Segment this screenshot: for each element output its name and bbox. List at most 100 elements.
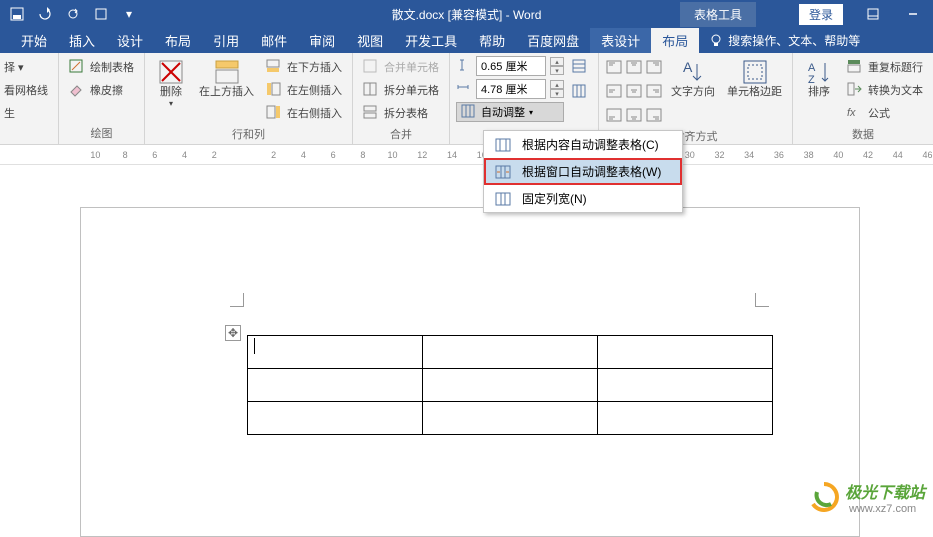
merge-cells-button[interactable]: 合并单元格: [359, 56, 443, 78]
insert-left-button[interactable]: 在左侧插入: [262, 79, 346, 101]
distribute-rows-button[interactable]: [568, 56, 592, 78]
width-field[interactable]: [476, 79, 546, 99]
row-height-input[interactable]: ▴▾: [456, 56, 564, 76]
group-draw: 绘制表格 橡皮擦 绘图: [59, 53, 145, 144]
table-cell[interactable]: [598, 369, 773, 402]
tell-me-label: 搜索操作、文本、帮助等: [728, 32, 860, 49]
tab-table-design[interactable]: 表设计: [590, 28, 651, 53]
autofit-button[interactable]: 自动调整▾: [456, 102, 564, 122]
cell-margins-button[interactable]: 单元格边距: [723, 56, 786, 101]
insert-below-button[interactable]: 在下方插入: [262, 56, 346, 78]
table-move-handle[interactable]: ✥: [225, 325, 241, 341]
table-cell[interactable]: [598, 402, 773, 435]
align-br-button[interactable]: [645, 104, 663, 126]
align-bl-button[interactable]: [605, 104, 623, 126]
height-field[interactable]: [476, 56, 546, 76]
sort-icon: AZ: [805, 58, 833, 86]
tab-layout[interactable]: 布局: [154, 28, 202, 53]
convert-text-button[interactable]: 转换为文本: [843, 79, 927, 101]
table-cell[interactable]: [423, 402, 598, 435]
height-icon: [456, 58, 472, 74]
select-button[interactable]: 择 ▾: [0, 56, 52, 78]
table-cell[interactable]: [423, 369, 598, 402]
autofit-contents-label: 根据内容自动调整表格(C): [522, 136, 659, 153]
tell-me-search[interactable]: 搜索操作、文本、帮助等: [699, 28, 870, 53]
text-direction-icon: A: [679, 58, 707, 86]
insert-above-button[interactable]: 在上方插入: [195, 56, 258, 101]
align-tr-button[interactable]: [645, 56, 663, 78]
save-icon[interactable]: [8, 5, 26, 23]
tab-view[interactable]: 视图: [346, 28, 394, 53]
insert-right-button[interactable]: 在右侧插入: [262, 102, 346, 124]
table-cell[interactable]: [248, 336, 423, 369]
align-mr-button[interactable]: [645, 80, 663, 102]
titlebar-right: 登录: [799, 0, 933, 28]
align-bc-button[interactable]: [625, 104, 643, 126]
repeat-header-icon: [847, 59, 863, 75]
redo-icon[interactable]: [64, 5, 82, 23]
distribute-rows-icon: [572, 59, 588, 75]
tab-help[interactable]: 帮助: [468, 28, 516, 53]
delete-button[interactable]: 删除▾: [151, 56, 191, 111]
draw-table-button[interactable]: 绘制表格: [65, 56, 138, 78]
autofit-window-item[interactable]: 根据窗口自动调整表格(W): [484, 158, 682, 185]
col-width-input[interactable]: ▴▾: [456, 79, 564, 99]
group-merge: 合并单元格 拆分单元格 拆分表格 合并: [353, 53, 450, 144]
touch-mode-icon[interactable]: [92, 5, 110, 23]
watermark: 极光下载站 www.xz7.com: [809, 479, 925, 515]
properties-button[interactable]: 生: [0, 102, 52, 124]
tab-start[interactable]: 开始: [10, 28, 58, 53]
table-cell[interactable]: [423, 336, 598, 369]
align-mc-button[interactable]: [625, 80, 643, 102]
width-spinner[interactable]: ▴▾: [550, 80, 564, 98]
undo-icon[interactable]: [36, 5, 54, 23]
document-area[interactable]: ✥: [0, 165, 933, 521]
align-tl-button[interactable]: [605, 56, 623, 78]
tab-references[interactable]: 引用: [202, 28, 250, 53]
merge-icon: [363, 59, 379, 75]
svg-text:Z: Z: [808, 74, 815, 86]
fixed-width-item[interactable]: 固定列宽(N): [484, 185, 682, 212]
tab-insert[interactable]: 插入: [58, 28, 106, 53]
horizontal-ruler[interactable]: 1086422468101214161820222426283032343638…: [0, 145, 933, 165]
svg-text:A: A: [683, 59, 693, 75]
table-cell[interactable]: [248, 369, 423, 402]
tab-devtools[interactable]: 开发工具: [394, 28, 468, 53]
eraser-button[interactable]: 橡皮擦: [65, 79, 138, 101]
table-cell[interactable]: [598, 336, 773, 369]
pencil-icon: [69, 59, 85, 75]
split-cells-icon: [363, 82, 379, 98]
ribbon-options-icon[interactable]: [853, 0, 893, 28]
group-rows-cols: 删除▾ 在上方插入 在下方插入 在左侧插入 在右侧插入: [145, 53, 353, 144]
text-direction-button[interactable]: A 文字方向: [667, 56, 719, 101]
tab-design[interactable]: 设计: [106, 28, 154, 53]
formula-button[interactable]: fx 公式: [843, 102, 927, 124]
split-table-button[interactable]: 拆分表格: [359, 102, 443, 124]
autofit-dropdown: 根据内容自动调整表格(C) 根据窗口自动调整表格(W) 固定列宽(N): [483, 130, 683, 213]
align-ml-icon: [606, 84, 622, 98]
align-mc-icon: [626, 84, 642, 98]
split-cells-button[interactable]: 拆分单元格: [359, 79, 443, 101]
tab-mailings[interactable]: 邮件: [250, 28, 298, 53]
tab-baidu[interactable]: 百度网盘: [516, 28, 590, 53]
repeat-header-button[interactable]: 重复标题行: [843, 56, 927, 78]
tab-table-layout[interactable]: 布局: [651, 28, 699, 53]
autofit-contents-item[interactable]: 根据内容自动调整表格(C): [484, 131, 682, 158]
login-button[interactable]: 登录: [799, 4, 843, 25]
table-row[interactable]: [248, 369, 773, 402]
height-spinner[interactable]: ▴▾: [550, 57, 564, 75]
tab-review[interactable]: 审阅: [298, 28, 346, 53]
minimize-icon[interactable]: [893, 0, 933, 28]
view-gridlines-button[interactable]: 看网格线: [0, 79, 52, 101]
document-table[interactable]: [247, 335, 773, 435]
fixed-width-icon: [494, 191, 512, 207]
dropdown-icon[interactable]: ▾: [120, 5, 138, 23]
table-row[interactable]: [248, 336, 773, 369]
watermark-url: www.xz7.com: [849, 503, 925, 515]
align-ml-button[interactable]: [605, 80, 623, 102]
table-row[interactable]: [248, 402, 773, 435]
distribute-cols-button[interactable]: [568, 81, 592, 103]
sort-button[interactable]: AZ 排序: [799, 56, 839, 101]
align-tc-button[interactable]: [625, 56, 643, 78]
table-cell[interactable]: [248, 402, 423, 435]
